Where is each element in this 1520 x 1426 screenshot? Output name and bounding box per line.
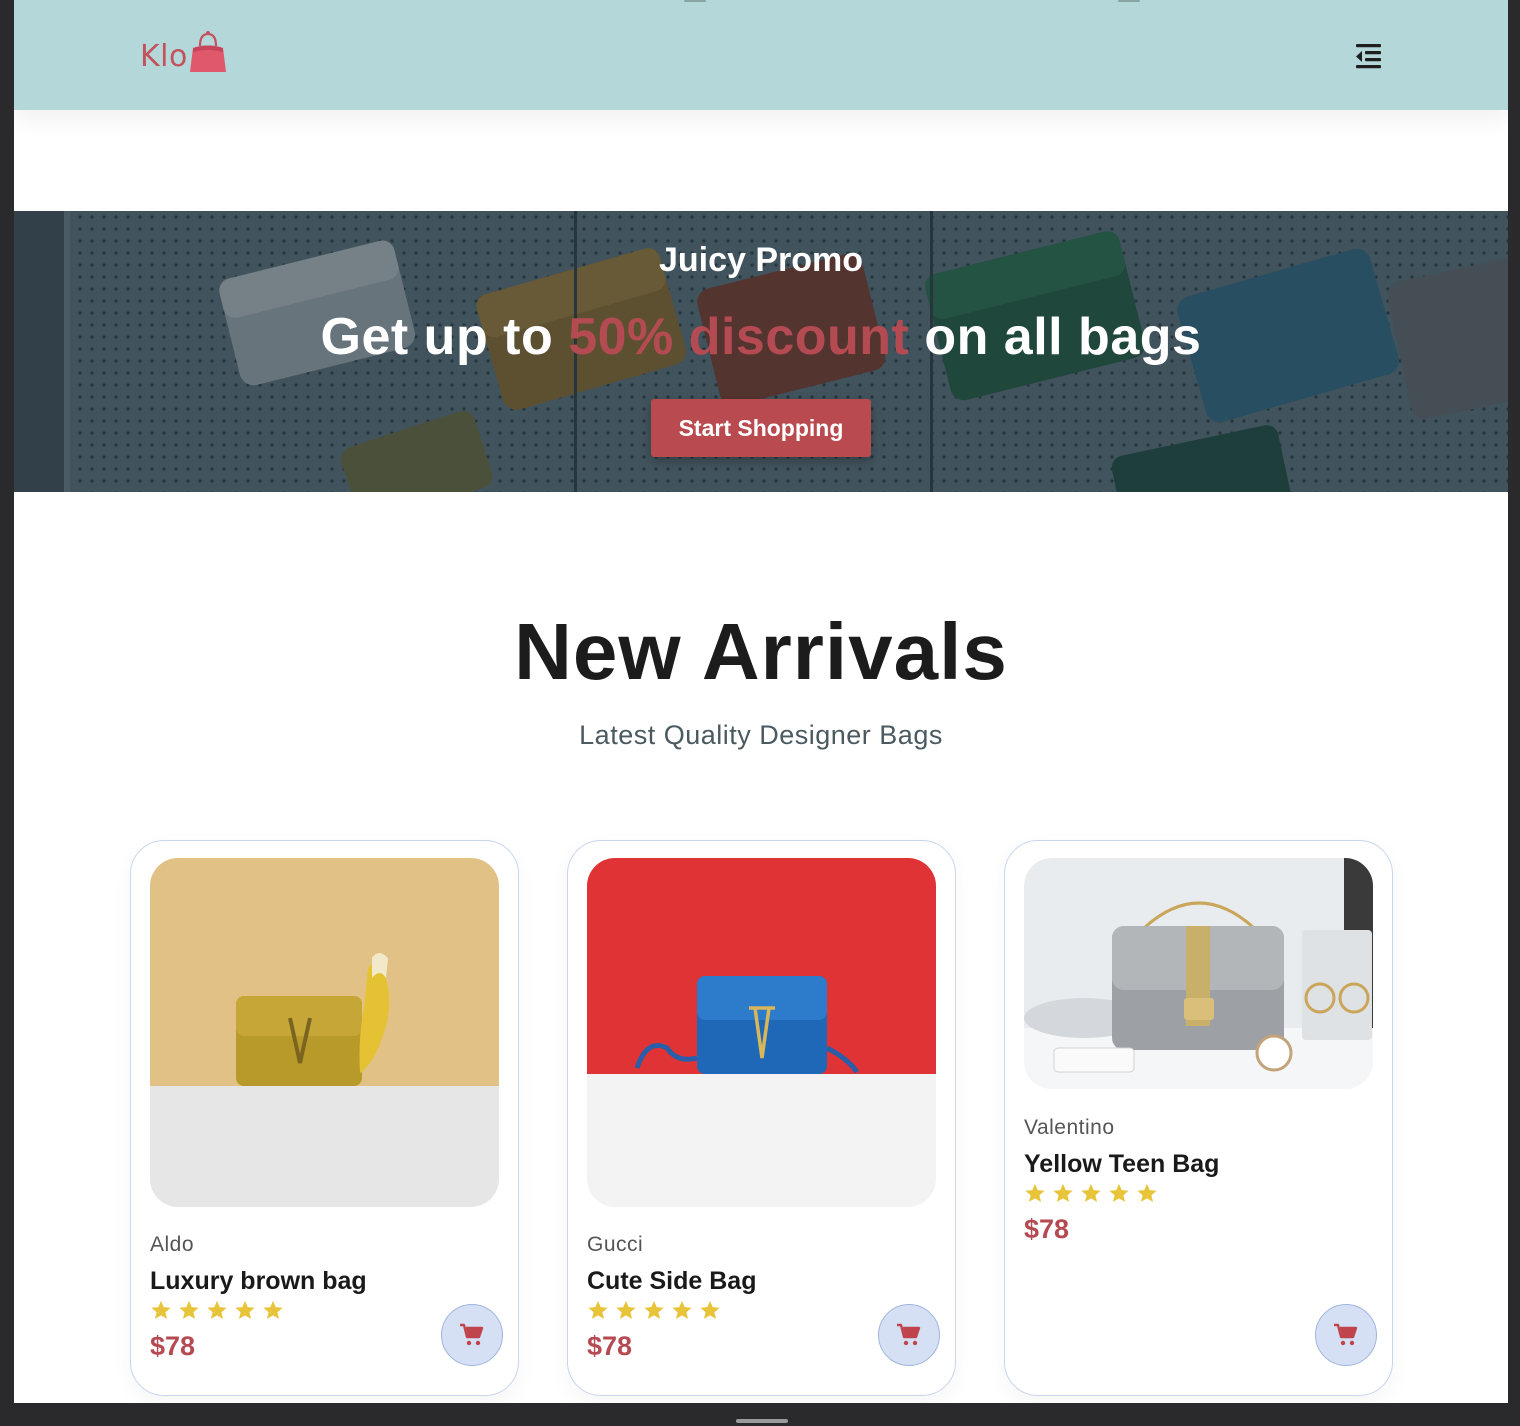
star-icon bbox=[207, 1300, 227, 1319]
add-to-cart-button[interactable] bbox=[1315, 1304, 1377, 1366]
rating-stars bbox=[1024, 1182, 1158, 1204]
section-title: New Arrivals bbox=[514, 607, 1008, 696]
star-icon bbox=[700, 1300, 720, 1319]
site-header: Klo bbox=[14, 0, 1508, 110]
star-icon bbox=[151, 1300, 171, 1319]
star-icon bbox=[263, 1300, 283, 1319]
star-icon bbox=[1081, 1183, 1101, 1202]
product-card[interactable]: Aldo Luxury brown bag $78 bbox=[130, 840, 519, 1396]
product-brand: Aldo bbox=[150, 1233, 195, 1256]
product-name[interactable]: Cute Side Bag bbox=[587, 1267, 756, 1296]
star-icon bbox=[672, 1300, 692, 1319]
star-icon bbox=[616, 1300, 636, 1319]
top-notch bbox=[684, 0, 706, 2]
promo-banner: Juicy Promo Get up to 50% discount on al… bbox=[14, 211, 1508, 492]
product-image[interactable] bbox=[587, 858, 936, 1207]
product-price: $78 bbox=[150, 1331, 196, 1361]
menu-fold-icon[interactable] bbox=[1352, 40, 1384, 72]
promo-headline: Get up to 50% discount on all bags bbox=[14, 307, 1508, 367]
product-name[interactable]: Yellow Teen Bag bbox=[1024, 1150, 1219, 1179]
promo-kicker: Juicy Promo bbox=[658, 241, 864, 279]
product-brand: Valentino bbox=[1024, 1116, 1115, 1139]
add-to-cart-button[interactable] bbox=[441, 1304, 503, 1366]
cart-icon bbox=[460, 1323, 484, 1346]
promo-discount-highlight: 50% discount bbox=[568, 308, 910, 366]
start-shopping-button[interactable]: Start Shopping bbox=[651, 399, 871, 457]
star-icon bbox=[1109, 1183, 1129, 1202]
product-price: $78 bbox=[587, 1331, 633, 1361]
promo-headline-after: on all bags bbox=[909, 308, 1202, 366]
star-icon bbox=[588, 1300, 608, 1319]
product-image[interactable] bbox=[1024, 858, 1373, 1089]
cart-icon bbox=[897, 1323, 921, 1346]
logo[interactable]: Klo bbox=[140, 30, 228, 78]
rating-stars bbox=[150, 1299, 284, 1321]
product-image[interactable] bbox=[150, 858, 499, 1207]
rating-stars bbox=[587, 1299, 721, 1321]
star-icon bbox=[1053, 1183, 1073, 1202]
product-card[interactable]: Valentino Yellow Teen Bag $78 bbox=[1004, 840, 1393, 1396]
star-icon bbox=[1025, 1183, 1045, 1202]
star-icon bbox=[235, 1300, 255, 1319]
promo-content: Juicy Promo Get up to 50% discount on al… bbox=[14, 211, 1508, 492]
star-icon bbox=[179, 1300, 199, 1319]
product-price: $78 bbox=[1024, 1214, 1070, 1244]
page: Klo Juicy Promo Get up to 50% discount o… bbox=[14, 0, 1508, 1403]
purse-icon bbox=[189, 31, 226, 72]
cart-icon bbox=[1334, 1323, 1358, 1346]
home-indicator bbox=[736, 1419, 788, 1423]
promo-headline-before: Get up to bbox=[320, 308, 569, 366]
section-subtitle: Latest Quality Designer Bags bbox=[579, 720, 943, 750]
top-notch bbox=[1118, 0, 1140, 2]
add-to-cart-button[interactable] bbox=[878, 1304, 940, 1366]
product-name[interactable]: Luxury brown bag bbox=[150, 1267, 367, 1296]
logo-text: Klo bbox=[140, 39, 188, 74]
star-icon bbox=[1137, 1183, 1157, 1202]
product-brand: Gucci bbox=[587, 1233, 644, 1256]
product-card[interactable]: Gucci Cute Side Bag $78 bbox=[567, 840, 956, 1396]
star-icon bbox=[644, 1300, 664, 1319]
